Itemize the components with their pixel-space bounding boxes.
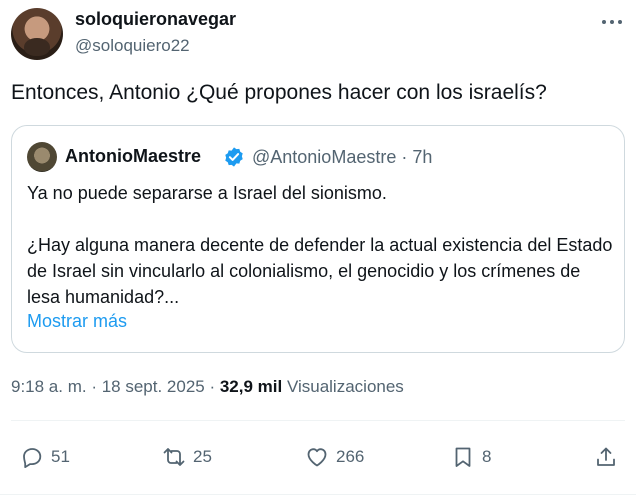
reply-count: 51 <box>51 447 70 466</box>
repost-count: 25 <box>193 447 212 466</box>
quoted-tweet-text: Ya no puede separarse a Israel del sioni… <box>27 180 617 310</box>
quoted-author-handle-time[interactable]: @AntonioMaestre · 7h <box>252 147 432 168</box>
quoted-author-avatar[interactable] <box>27 142 57 172</box>
reply-icon <box>23 448 42 468</box>
quoted-tweet[interactable]: AntonioMaestre @AntonioMaestre · 7h Ya n… <box>11 125 625 353</box>
avatar-beard <box>24 38 50 56</box>
quoted-author-display-name[interactable]: AntonioMaestre <box>65 146 201 167</box>
tweet-text: Entonces, Antonio ¿Qué propones hacer co… <box>11 81 547 104</box>
author-handle[interactable]: @soloquiero22 <box>75 36 190 56</box>
repost-icon <box>163 448 185 466</box>
bookmark-button[interactable]: 8 <box>451 444 491 470</box>
repost-button[interactable]: 25 <box>162 444 212 470</box>
quoted-paragraph-1: Ya no puede separarse a Israel del sioni… <box>27 183 387 203</box>
share-button[interactable] <box>594 444 618 470</box>
reply-button[interactable]: 51 <box>20 444 70 470</box>
share-icon <box>597 447 615 466</box>
author-display-name[interactable]: soloquieronavegar <box>75 9 236 30</box>
heart-icon <box>307 448 327 467</box>
views-count: 32,9 mil <box>219 377 283 396</box>
bookmark-count: 8 <box>482 447 492 466</box>
quoted-paragraph-2: ¿Hay alguna manera decente de defender l… <box>27 235 613 307</box>
show-more-link[interactable]: Mostrar más <box>27 311 127 332</box>
verified-badge-icon <box>225 147 243 167</box>
more-options-icon[interactable] <box>600 12 624 32</box>
bottom-divider <box>0 494 636 495</box>
author-avatar[interactable] <box>11 8 63 60</box>
like-count: 266 <box>336 447 365 466</box>
divider <box>11 420 625 421</box>
tweet: soloquieronavegar @soloquiero22 Entonces… <box>0 0 636 497</box>
bookmark-icon <box>455 447 471 467</box>
timestamp[interactable]: 9:18 a. m. · 18 sept. 2025 · <box>11 377 220 396</box>
views-label: Visualizaciones <box>282 377 404 396</box>
tweet-meta: 9:18 a. m. · 18 sept. 2025 · 32,9 mil Vi… <box>11 377 404 397</box>
like-button[interactable]: 266 <box>305 444 364 470</box>
